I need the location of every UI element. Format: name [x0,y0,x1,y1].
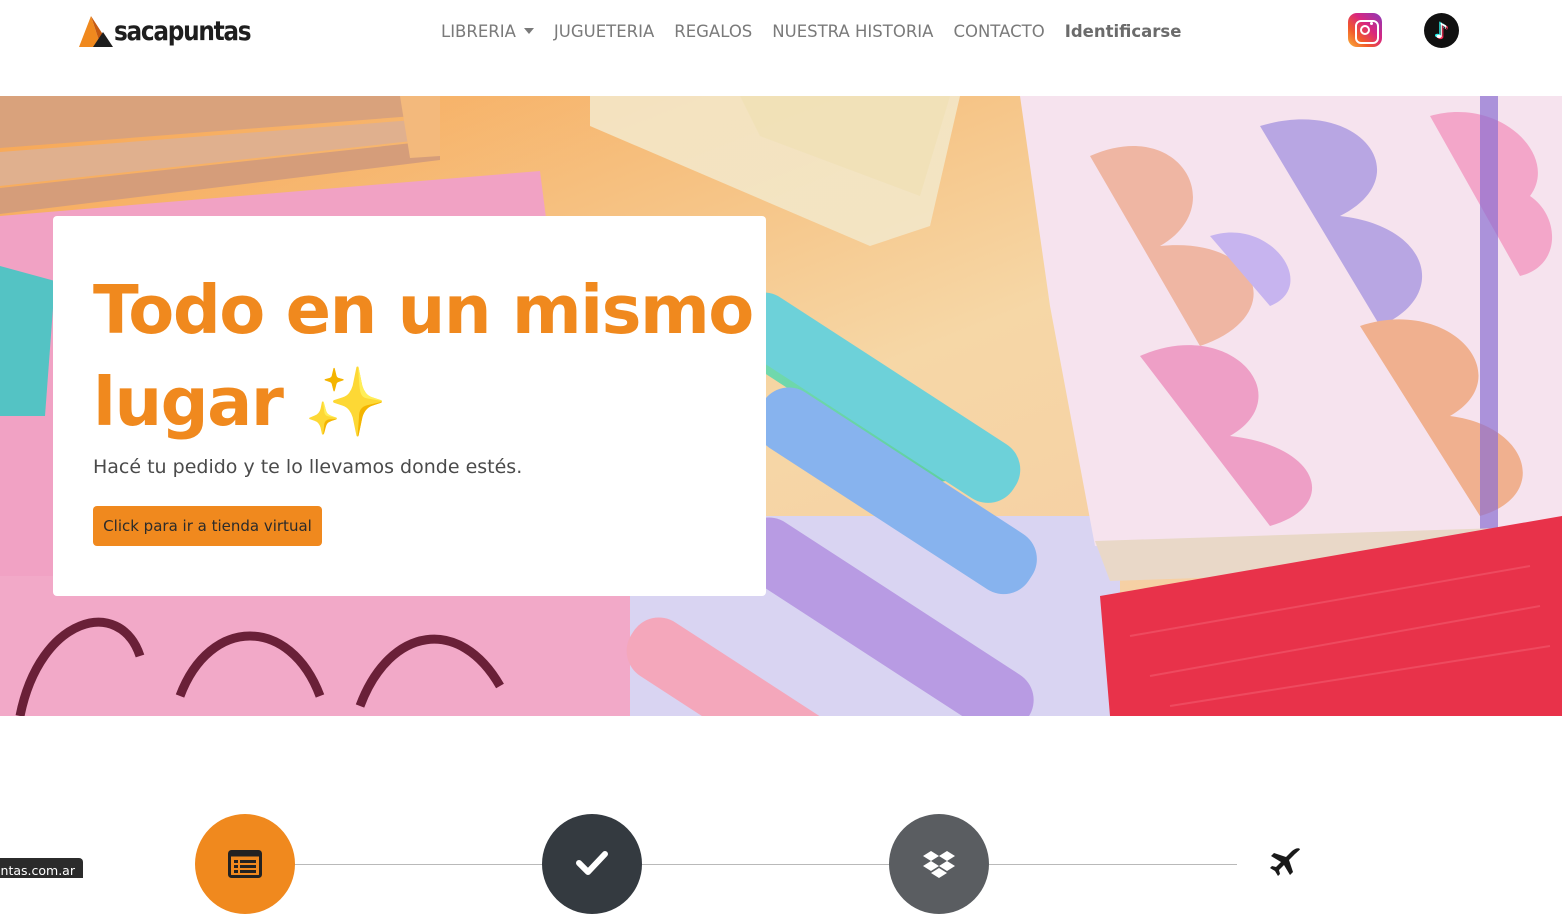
step-order [195,814,295,914]
nav-contacto[interactable]: CONTACTO [953,22,1044,41]
hero-subtitle: Hacé tu pedido y te lo llevamos donde es… [93,456,523,478]
nav-libreria-label: LIBRERIA [441,21,516,41]
instagram-icon[interactable] [1348,13,1382,47]
hero-card: Todo en un mismo lugar ✨ Hacé tu pedido … [53,216,766,596]
virtual-store-button[interactable]: Click para ir a tienda virtual [93,506,322,546]
hero-banner: Todo en un mismo lugar ✨ Hacé tu pedido … [0,96,1562,716]
main-nav: LIBRERIA JUGUETERIA REGALOS NUESTRA HIST… [441,18,1201,44]
brand-logo[interactable]: sacapuntas [77,13,272,49]
steps-connector-line [245,864,1237,865]
step-confirm [542,814,642,914]
nav-libreria[interactable]: LIBRERIA [441,22,534,41]
step-package [889,814,989,914]
plane-icon [1270,848,1300,876]
status-url: sacapuntas.com.ar [0,858,83,878]
tiktok-icon[interactable]: ♪ [1424,13,1459,48]
check-icon [576,851,608,875]
navbar: sacapuntas LIBRERIA JUGUETERIA REGALOS N… [0,0,1562,96]
nav-identificarse[interactable]: Identificarse [1065,22,1182,41]
chevron-down-icon [523,28,534,34]
dropbox-icon [923,851,955,878]
nav-nuestra-historia[interactable]: NUESTRA HISTORIA [772,22,933,41]
brand-name: sacapuntas [114,15,252,47]
hero-title-text: Todo en un mismo lugar [93,271,754,441]
nav-jugueteria[interactable]: JUGUETERIA [554,22,654,41]
list-icon [228,850,262,878]
steps-section [0,716,1562,914]
instagram-dot [1370,22,1373,25]
logo-mark-icon [79,16,113,47]
hero-title: Todo en un mismo lugar ✨ [93,264,754,448]
nav-regalos[interactable]: REGALOS [674,22,752,41]
sparkles-icon: ✨ [304,363,387,441]
